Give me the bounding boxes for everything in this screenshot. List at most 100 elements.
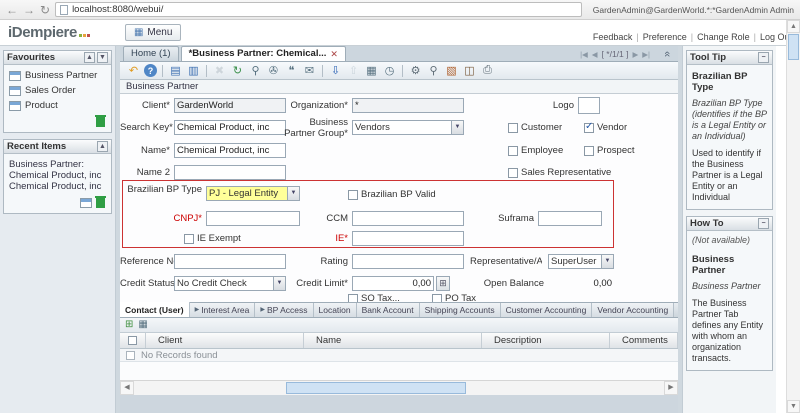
detail-grid-toggle-icon[interactable]: ▦ bbox=[138, 320, 147, 330]
vscroll-thumb[interactable] bbox=[788, 34, 799, 60]
cnpj-field[interactable] bbox=[206, 211, 300, 226]
next-record-icon[interactable]: ▶ bbox=[633, 50, 639, 59]
header-link-preference[interactable]: Preference bbox=[643, 32, 687, 42]
vertical-scrollbar[interactable]: ▲ ▼ bbox=[786, 20, 800, 413]
ccm-field[interactable] bbox=[352, 211, 464, 226]
help-icon[interactable]: ? bbox=[144, 64, 157, 77]
column-header-name[interactable]: Name bbox=[304, 333, 482, 348]
select-all-cell[interactable] bbox=[120, 333, 146, 348]
favourites-collapse-button[interactable]: ▼ bbox=[97, 52, 108, 63]
tab-home[interactable]: Home (1) bbox=[123, 46, 179, 61]
column-header-description[interactable]: Description bbox=[482, 333, 610, 348]
representative-combo[interactable]: SuperUser ▼ bbox=[548, 254, 614, 269]
back-button[interactable]: ← bbox=[6, 4, 18, 16]
hscroll-right-icon[interactable]: ▶ bbox=[664, 381, 678, 395]
recent-trash-icon[interactable] bbox=[96, 198, 105, 208]
credit-status-combo[interactable]: No Credit Check ▼ bbox=[174, 276, 286, 291]
mail-icon[interactable]: ✉ bbox=[302, 63, 317, 78]
new-row-icon[interactable]: ⊞ bbox=[125, 320, 133, 330]
customer-checkbox[interactable]: Customer bbox=[508, 122, 562, 133]
ie-field[interactable] bbox=[352, 231, 464, 246]
parent-record-icon[interactable]: ⇧ bbox=[346, 63, 361, 78]
reference-no-field[interactable] bbox=[174, 254, 286, 269]
column-header-comments[interactable]: Comments bbox=[610, 333, 678, 348]
credit-status-dropdown-icon[interactable]: ▼ bbox=[273, 277, 285, 290]
brazilian-bp-type-dropdown-icon[interactable]: ▼ bbox=[287, 187, 299, 200]
collapse-tabbox-icon[interactable]: « bbox=[661, 51, 673, 57]
detail-tab-location[interactable]: Location bbox=[314, 303, 357, 317]
ie-exempt-checkbox[interactable]: IE Exempt bbox=[184, 233, 241, 244]
favourite-item-sales-order[interactable]: Sales Order bbox=[7, 83, 108, 98]
sales-representative-checkbox[interactable]: Sales Representative bbox=[508, 167, 611, 178]
history-icon[interactable]: ◷ bbox=[382, 63, 397, 78]
column-header-client[interactable]: Client bbox=[146, 333, 304, 348]
detail-record-icon[interactable]: ⇩ bbox=[328, 63, 343, 78]
so-tax-checkbox[interactable]: SO Tax... bbox=[348, 293, 400, 302]
name2-field[interactable] bbox=[174, 165, 286, 180]
horizontal-scrollbar[interactable]: ◀ ▶ bbox=[120, 380, 678, 395]
detail-tab-bank-account[interactable]: Bank Account bbox=[357, 303, 420, 317]
credit-limit-field[interactable] bbox=[352, 276, 434, 291]
rating-field[interactable] bbox=[352, 254, 464, 269]
vscroll-up-icon[interactable]: ▲ bbox=[787, 20, 800, 33]
vscroll-down-icon[interactable]: ▼ bbox=[787, 400, 800, 413]
recent-items-collapse-button[interactable]: ▲ bbox=[97, 141, 108, 152]
logo-image-box[interactable] bbox=[578, 97, 600, 114]
requery-icon[interactable]: ↻ bbox=[230, 63, 245, 78]
grid-toggle-icon[interactable]: ▦ bbox=[364, 63, 379, 78]
save-create-icon[interactable]: ▥ bbox=[186, 63, 201, 78]
favourite-item-business-partner[interactable]: Business Partner bbox=[7, 68, 108, 83]
chat-icon[interactable]: ❝ bbox=[284, 63, 299, 78]
name-field[interactable] bbox=[174, 143, 286, 158]
forward-button[interactable]: → bbox=[23, 4, 35, 16]
address-bar[interactable]: localhost:8080/webui/ bbox=[55, 2, 582, 17]
ignore-changes-icon[interactable]: ↶ bbox=[126, 63, 141, 78]
save-icon[interactable]: ▤ bbox=[168, 63, 183, 78]
previous-record-icon[interactable]: ◀ bbox=[592, 50, 598, 59]
organization-field[interactable] bbox=[352, 98, 464, 113]
suframa-field[interactable] bbox=[538, 211, 602, 226]
report-icon[interactable]: ▧ bbox=[444, 63, 459, 78]
detail-tab-customer-accounting[interactable]: Customer Accounting bbox=[501, 303, 593, 317]
prospect-checkbox[interactable]: Prospect bbox=[584, 145, 635, 156]
brazilian-bp-valid-checkbox[interactable]: Brazilian BP Valid bbox=[348, 189, 436, 200]
print-icon[interactable]: ⎙ bbox=[480, 63, 495, 78]
bp-group-dropdown-icon[interactable]: ▼ bbox=[451, 121, 463, 134]
favourites-trash-icon[interactable] bbox=[96, 117, 105, 127]
recent-item[interactable]: Business Partner: Chemical Product, inc … bbox=[7, 157, 108, 194]
tab-business-partner[interactable]: *Business Partner: Chemical... ✕ bbox=[181, 46, 346, 61]
zoom-across-icon[interactable]: ⚲ bbox=[426, 63, 441, 78]
first-record-icon[interactable]: |◀ bbox=[580, 50, 588, 59]
header-link-feedback[interactable]: Feedback bbox=[593, 32, 633, 42]
menu-button[interactable]: ▦ Menu bbox=[125, 24, 181, 41]
bp-group-combo[interactable]: Vendors ▼ bbox=[352, 120, 464, 135]
detail-tab-vendor-accounting[interactable]: Vendor Accounting bbox=[592, 303, 674, 317]
detail-tab-contact-user[interactable]: Contact (User) bbox=[120, 302, 190, 317]
recent-window-icon[interactable] bbox=[80, 198, 92, 208]
employee-checkbox[interactable]: Employee bbox=[508, 145, 563, 156]
po-tax-checkbox[interactable]: PO Tax bbox=[432, 293, 476, 302]
detail-tab-bp-access[interactable]: ▶BP Access bbox=[255, 303, 313, 317]
header-link-change-role[interactable]: Change Role bbox=[697, 32, 750, 42]
attachment-icon[interactable]: ✇ bbox=[266, 63, 281, 78]
lookup-icon[interactable]: ⚲ bbox=[248, 63, 263, 78]
client-field[interactable] bbox=[174, 98, 286, 113]
brazilian-bp-type-combo[interactable]: PJ - Legal Entity ▼ bbox=[206, 186, 300, 201]
hscroll-thumb[interactable] bbox=[286, 382, 466, 394]
last-record-icon[interactable]: ▶| bbox=[642, 50, 650, 59]
vendor-checkbox[interactable]: Vendor bbox=[584, 122, 627, 133]
archive-icon[interactable]: ◫ bbox=[462, 63, 477, 78]
search-key-field[interactable] bbox=[174, 120, 286, 135]
detail-tab-interest-area[interactable]: ▶Interest Area bbox=[190, 303, 256, 317]
favourite-item-product[interactable]: Product bbox=[7, 98, 108, 113]
select-all-checkbox[interactable] bbox=[128, 336, 137, 345]
howto-minimize-button[interactable]: − bbox=[758, 218, 769, 229]
hscroll-left-icon[interactable]: ◀ bbox=[120, 381, 134, 395]
favourites-expand-button[interactable]: ▲ bbox=[84, 52, 95, 63]
representative-dropdown-icon[interactable]: ▼ bbox=[601, 255, 613, 268]
calculator-icon[interactable]: ⊞ bbox=[436, 276, 450, 291]
tab-close-icon[interactable]: ✕ bbox=[330, 47, 338, 61]
delete-icon[interactable]: ✖ bbox=[212, 63, 227, 78]
tooltip-minimize-button[interactable]: − bbox=[758, 52, 769, 63]
process-icon[interactable]: ⚙ bbox=[408, 63, 423, 78]
